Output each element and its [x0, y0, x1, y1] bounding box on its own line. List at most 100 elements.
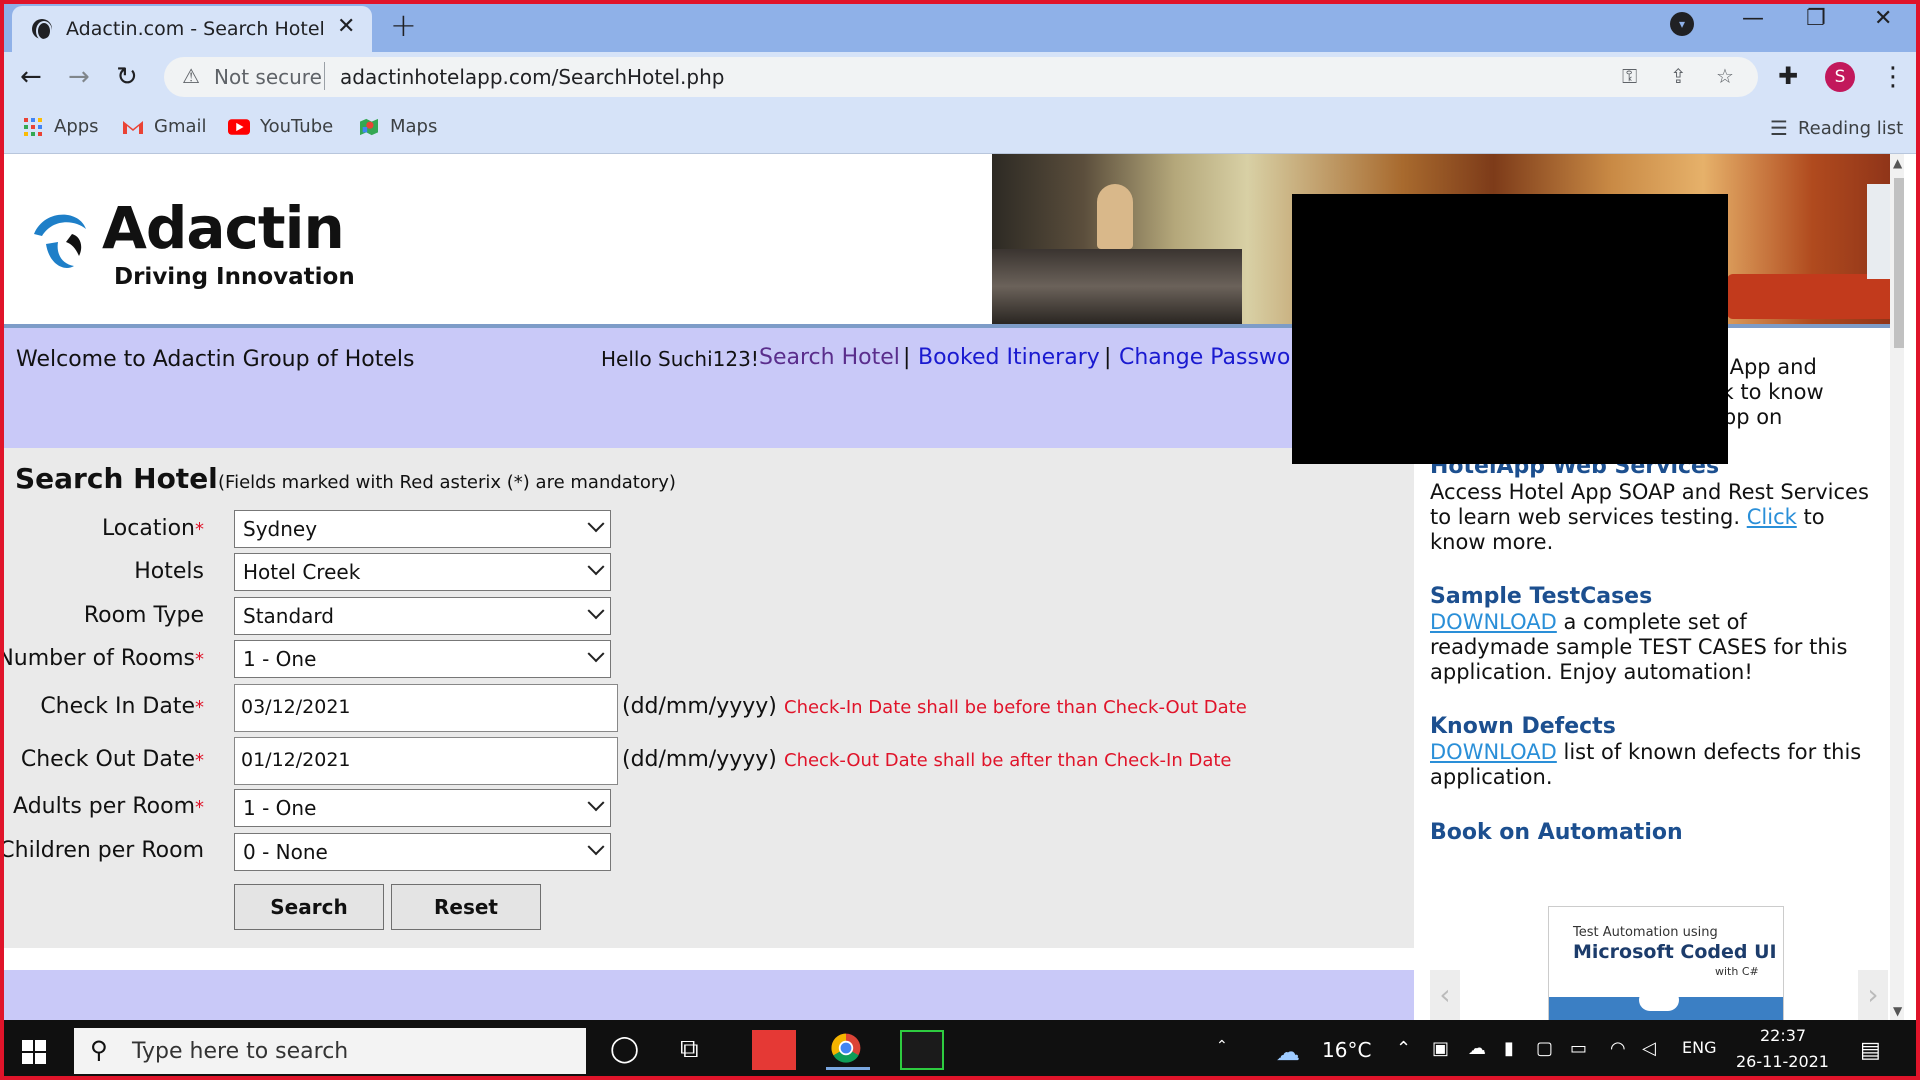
receptionist-shape — [1097, 184, 1133, 249]
nav-search-hotel[interactable]: Search Hotel — [759, 345, 900, 370]
check-out-date-input[interactable]: 01/12/2021 — [234, 737, 618, 785]
web-page: Adactin Driving Innovation Welcome to Ad… — [4, 154, 1904, 1020]
task-view-icon[interactable]: ⧉ — [680, 1034, 699, 1065]
scroll-down-icon[interactable]: ▼ — [1893, 1004, 1902, 1018]
bookmark-apps[interactable]: Apps — [22, 116, 99, 137]
extensions-icon[interactable]: ✚ — [1778, 62, 1798, 90]
volume-icon[interactable]: ◁ — [1642, 1038, 1656, 1059]
reload-icon[interactable]: ↻ — [116, 62, 138, 92]
address-bar[interactable]: ⚠ Not secure adactinhotelapp.com/SearchH… — [164, 57, 1758, 97]
language-indicator[interactable]: ENG — [1682, 1038, 1716, 1057]
reception-desk-shape — [992, 249, 1242, 324]
carousel-prev-button[interactable]: ‹ — [1430, 970, 1460, 1020]
forward-icon[interactable]: → — [68, 62, 90, 92]
onedrive-icon[interactable]: ☁ — [1468, 1038, 1486, 1059]
app-icon-red[interactable] — [752, 1030, 796, 1070]
testcases-download-link[interactable]: DOWNLOAD — [1430, 610, 1557, 634]
hotels-select[interactable]: Hotel Creek — [234, 553, 611, 591]
avatar[interactable]: S — [1825, 62, 1855, 92]
children-select[interactable]: 0 - None — [234, 833, 611, 871]
welcome-text: Welcome to Adactin Group of Hotels — [16, 347, 415, 372]
chevron-down-icon — [587, 645, 605, 663]
window-close-icon[interactable]: ✕ — [1874, 6, 1892, 31]
logo-name: Adactin — [102, 194, 345, 262]
chrome-icon[interactable] — [826, 1030, 870, 1070]
rooms-select[interactable]: 1 - One — [234, 640, 611, 678]
webservices-link[interactable]: Click — [1747, 505, 1797, 529]
chevron-down-icon — [587, 558, 605, 576]
menu-icon[interactable]: ⋮ — [1880, 62, 1906, 92]
display-icon[interactable]: ▢ — [1536, 1038, 1553, 1059]
star-icon[interactable]: ☆ — [1716, 64, 1734, 88]
bookmarks-bar: Apps Gmail YouTube Maps ☰ Reading list — [0, 102, 1920, 154]
close-tab-icon[interactable]: ✕ — [337, 14, 355, 39]
book-edition: with C# — [1715, 965, 1759, 978]
taskbar-search-box[interactable]: ⚲ Type here to search — [74, 1028, 586, 1074]
bookmark-youtube[interactable]: YouTube — [228, 116, 333, 137]
bookmark-label: YouTube — [260, 116, 334, 137]
app-icon-green[interactable] — [900, 1030, 944, 1070]
adults-select[interactable]: 1 - One — [234, 789, 611, 827]
youtube-icon — [228, 118, 250, 135]
key-icon[interactable]: ⚿ — [1622, 64, 1637, 88]
browser-tab[interactable]: Adactin.com - Search Hotel ✕ — [12, 6, 372, 52]
globe-icon — [32, 19, 52, 41]
nav-booked-itinerary[interactable]: Booked Itinerary — [918, 345, 1100, 370]
nav-separator: | — [903, 345, 911, 370]
security-label[interactable]: Not secure — [214, 65, 322, 89]
redaction-box — [1292, 194, 1728, 464]
bookmark-maps[interactable]: Maps — [358, 116, 437, 137]
cortana-icon[interactable]: ◯ — [610, 1034, 639, 1064]
bookmark-gmail[interactable]: Gmail — [122, 116, 207, 137]
check-in-date-input[interactable]: 03/12/2021 — [234, 684, 618, 732]
warning-icon: ⚠ — [182, 64, 200, 88]
book-subtitle: Test Automation using — [1573, 925, 1718, 940]
new-tab-button[interactable]: + — [390, 6, 417, 44]
reading-list[interactable]: ☰ Reading list — [1770, 116, 1903, 140]
restore-icon[interactable]: ❐ — [1806, 6, 1826, 31]
weather-cloud-icon[interactable]: ☁ — [1276, 1038, 1300, 1066]
bookmark-label: Gmail — [154, 116, 207, 137]
microphone-icon[interactable]: ▮ — [1504, 1038, 1514, 1059]
search-button[interactable]: Search — [234, 884, 384, 930]
location-select[interactable]: Sydney — [234, 510, 611, 548]
nav-change-password[interactable]: Change Passwor — [1119, 345, 1299, 370]
chevron-down-icon — [587, 515, 605, 533]
clock-date[interactable]: 26-11-2021 — [1736, 1052, 1829, 1071]
tray-scroll-icon[interactable]: ⌃ — [1216, 1038, 1228, 1054]
scrollbar-thumb[interactable] — [1894, 178, 1904, 348]
battery-icon[interactable]: ▭ — [1570, 1038, 1587, 1059]
share-icon[interactable]: ⇪ — [1670, 64, 1687, 88]
testcases-text: DOWNLOAD a complete set of readymade sam… — [1430, 610, 1848, 684]
url-text[interactable]: adactinhotelapp.com/SearchHotel.php — [340, 65, 724, 89]
check-in-error: Check-In Date shall be before than Check… — [784, 697, 1247, 718]
children-label: Children per Room — [4, 838, 204, 863]
back-icon[interactable]: ← — [20, 62, 42, 92]
carousel-next-button[interactable]: › — [1858, 970, 1888, 1020]
page-title: Search Hotel — [15, 462, 218, 495]
clock-time[interactable]: 22:37 — [1760, 1026, 1806, 1045]
windows-start-icon[interactable] — [22, 1040, 46, 1064]
defects-download-link[interactable]: DOWNLOAD — [1430, 740, 1557, 764]
maps-icon — [360, 118, 378, 135]
search-hotel-form: Search Hotel (Fields marked with Red ast… — [4, 448, 1414, 948]
reading-list-icon: ☰ — [1770, 116, 1788, 140]
weather-temp[interactable]: 16°C — [1322, 1038, 1371, 1062]
adults-label: Adults per Room* — [13, 794, 204, 819]
tab-title: Adactin.com - Search Hotel — [66, 18, 325, 40]
tab-search-icon[interactable]: ▾ — [1670, 12, 1694, 36]
book-cover[interactable]: Test Automation using Microsoft Coded UI… — [1548, 906, 1784, 1020]
mobile-app-text: ck to know — [1710, 380, 1824, 404]
tablet-icon[interactable]: ▣ — [1432, 1038, 1449, 1059]
minimize-icon[interactable]: — — [1742, 6, 1764, 31]
mobile-app-text: app on — [1710, 405, 1783, 429]
scroll-up-icon[interactable]: ▲ — [1893, 156, 1902, 170]
wifi-icon[interactable]: ◠ — [1610, 1038, 1626, 1059]
reset-button[interactable]: Reset — [391, 884, 541, 930]
chevron-down-icon — [587, 838, 605, 856]
notifications-icon[interactable]: ▤ — [1860, 1038, 1881, 1063]
page-scrollbar[interactable]: ▲ ▼ — [1890, 154, 1904, 1020]
hello-user: Hello Suchi123! — [601, 347, 759, 371]
chevron-up-icon[interactable]: ⌃ — [1396, 1038, 1411, 1059]
room-type-select[interactable]: Standard — [234, 597, 611, 635]
